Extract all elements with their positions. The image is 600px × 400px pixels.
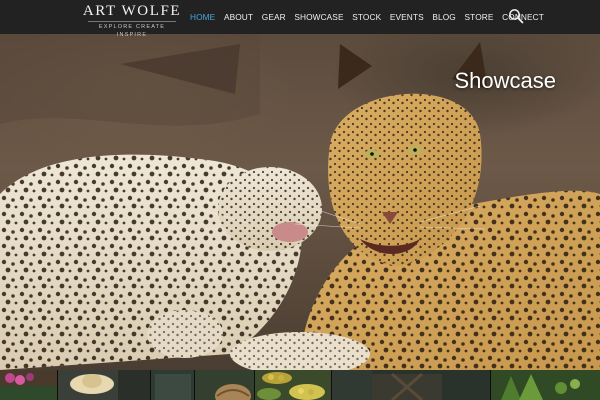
wooden-crate-image bbox=[150, 370, 195, 400]
thumbnail-fruit-baskets[interactable] bbox=[255, 370, 332, 400]
thumbnail-strip bbox=[0, 370, 600, 400]
logo-tagline: EXPLORE CREATE INSPIRE bbox=[88, 21, 176, 39]
site-logo[interactable]: ART WOLFE EXPLORE CREATE INSPIRE bbox=[80, 3, 184, 38]
nav-about[interactable]: ABOUT bbox=[224, 12, 253, 22]
search-button[interactable] bbox=[508, 8, 524, 24]
hero-title: Showcase bbox=[454, 68, 556, 93]
straw-hat-image bbox=[58, 370, 150, 400]
nav-gear[interactable]: GEAR bbox=[262, 12, 286, 22]
thumbnail-wooden-crate[interactable] bbox=[150, 370, 196, 400]
nav-stock[interactable]: STOCK bbox=[352, 12, 381, 22]
market-stall-image bbox=[331, 370, 491, 400]
nav-blog[interactable]: BLOG bbox=[432, 12, 455, 22]
fruit-baskets-image bbox=[255, 370, 331, 400]
hero-banner[interactable]: Showcase bbox=[0, 34, 600, 370]
nav-home[interactable]: HOME bbox=[190, 12, 215, 22]
top-nav-bar: ART WOLFE EXPLORE CREATE INSPIRE HOME AB… bbox=[0, 0, 600, 38]
thumbnail-flowers[interactable] bbox=[0, 370, 59, 400]
logo-name: ART WOLFE bbox=[82, 3, 182, 19]
thumbnail-green-produce[interactable] bbox=[491, 370, 600, 400]
flowers-image bbox=[0, 370, 58, 400]
thumbnail-straw-hat[interactable] bbox=[58, 370, 151, 400]
nav-showcase[interactable]: SHOWCASE bbox=[294, 12, 343, 22]
thumbnail-woven-basket[interactable] bbox=[195, 370, 256, 400]
woven-basket-image bbox=[195, 370, 255, 400]
thumbnail-market-stall[interactable] bbox=[331, 370, 492, 400]
green-produce-image bbox=[491, 370, 600, 400]
nav-events[interactable]: EVENTS bbox=[390, 12, 424, 22]
main-nav: HOME ABOUT GEAR SHOWCASE STOCK EVENTS BL… bbox=[190, 0, 553, 34]
search-icon bbox=[509, 9, 524, 24]
nav-store[interactable]: STORE bbox=[465, 12, 494, 22]
